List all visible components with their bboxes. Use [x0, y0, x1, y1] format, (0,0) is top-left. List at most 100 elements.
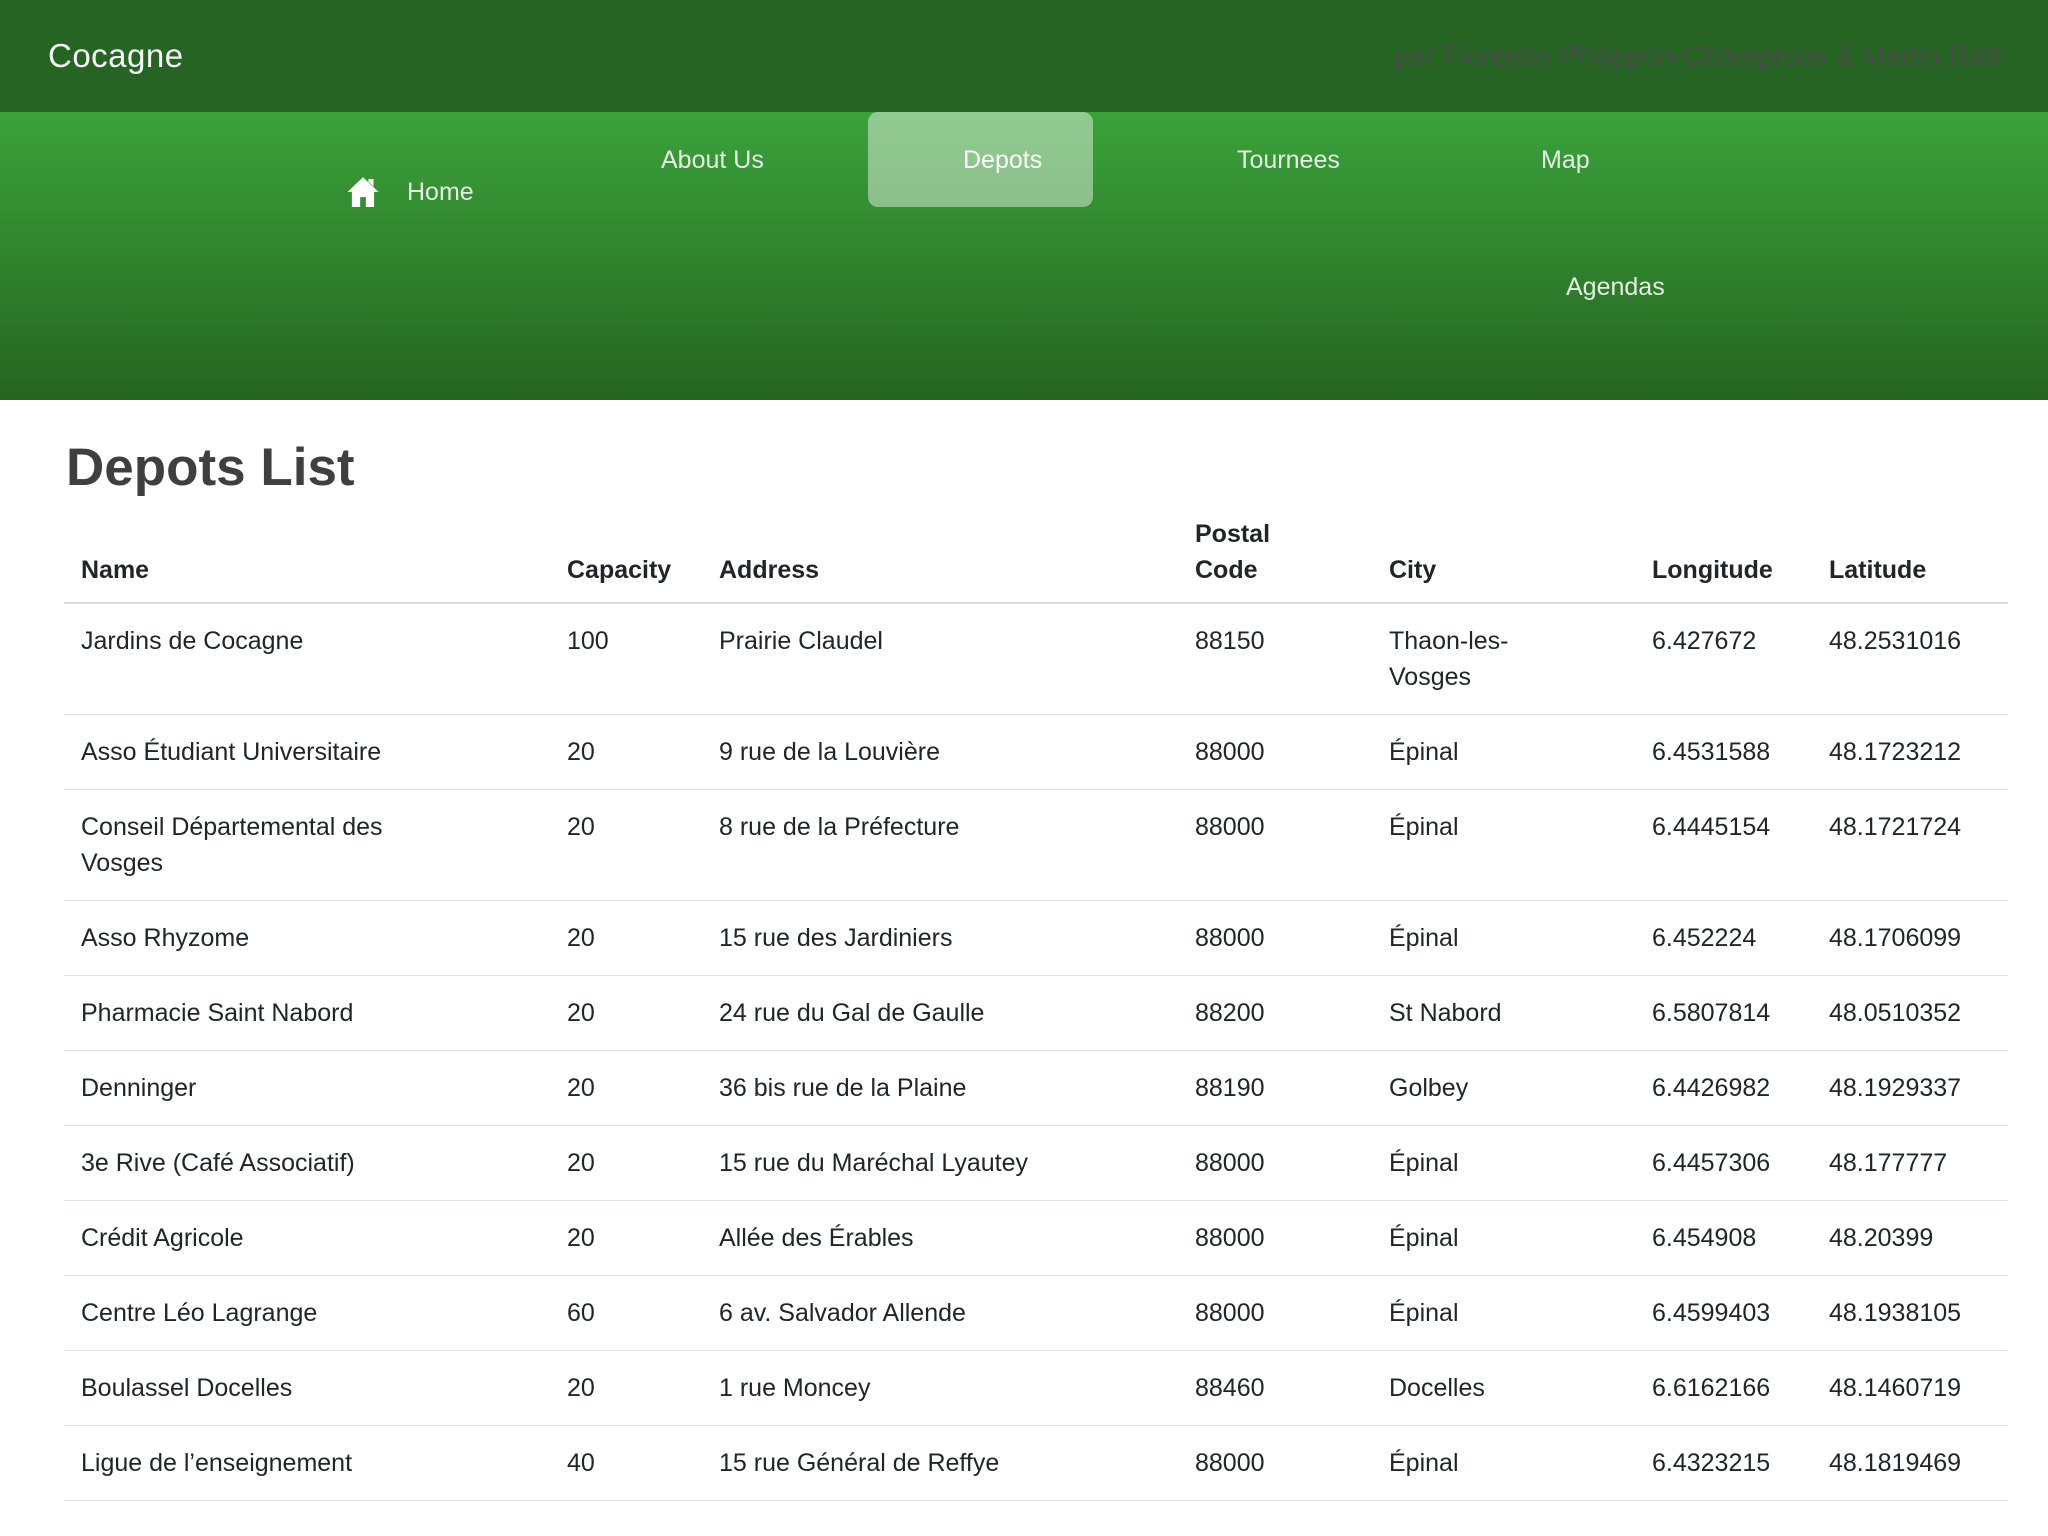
table-row: Conseil Départemental des Vosges 20 8 ru… — [64, 789, 2008, 900]
cell-latitude: 48.1929337 — [1812, 1050, 2008, 1125]
cell-name: Denninger — [64, 1050, 550, 1125]
cell-name: Conseil Départemental des Vosges — [64, 789, 550, 900]
cell-name: Jardins de Cocagne — [64, 603, 550, 715]
brand-link[interactable]: Cocagne — [48, 37, 184, 75]
table-row: Crédit Agricole 20 Allée des Érables 880… — [64, 1200, 2008, 1275]
cell-postal-code: 88460 — [1178, 1350, 1372, 1425]
cell-longitude: 6.4599403 — [1635, 1275, 1812, 1350]
nav-item-label: Depots — [963, 146, 1042, 175]
main-nav: Home About Us Depots Tournees Map Agenda… — [0, 112, 2048, 400]
table-row: Centre Léo Lagrange 60 6 av. Salvador Al… — [64, 1275, 2008, 1350]
cell-capacity: 100 — [550, 603, 702, 715]
cell-name: Ligue de l’enseignement — [64, 1425, 550, 1500]
cell-capacity: 40 — [550, 1425, 702, 1500]
table-row: Denninger 20 36 bis rue de la Plaine 881… — [64, 1050, 2008, 1125]
cell-address: 9 rue de la Louvière — [702, 714, 1178, 789]
cell-city: Docelles — [1372, 1350, 1635, 1425]
table-row: Asso Étudiant Universitaire 20 9 rue de … — [64, 714, 2008, 789]
cell-longitude: 6.4531588 — [1635, 714, 1812, 789]
nav-item-label: Home — [407, 178, 474, 207]
column-header-capacity: Capacity — [550, 500, 702, 603]
cell-address: 15 rue Général de Reffye — [702, 1425, 1178, 1500]
cell-postal-code: 88190 — [1178, 1050, 1372, 1125]
header-row: Name Capacity Address Postal Code City L… — [64, 500, 2008, 603]
cell-latitude: 48.1819469 — [1812, 1425, 2008, 1500]
cell-longitude: 6.454908 — [1635, 1200, 1812, 1275]
cell-address: 1 rue Moncey — [702, 1350, 1178, 1425]
cell-address: 24 rue du Gal de Gaulle — [702, 975, 1178, 1050]
depots-table: Name Capacity Address Postal Code City L… — [64, 500, 2008, 1501]
cell-city: Golbey — [1372, 1050, 1635, 1125]
cell-longitude: 6.4323215 — [1635, 1425, 1812, 1500]
table-row: Jardins de Cocagne 100 Prairie Claudel 8… — [64, 603, 2008, 715]
cell-city: St Nabord — [1372, 975, 1635, 1050]
cell-capacity: 20 — [550, 714, 702, 789]
cell-city: Épinal — [1372, 714, 1635, 789]
cell-postal-code: 88200 — [1178, 975, 1372, 1050]
cell-capacity: 20 — [550, 900, 702, 975]
column-header-city: City — [1372, 500, 1635, 603]
cell-name: Pharmacie Saint Nabord — [64, 975, 550, 1050]
cell-longitude: 6.4457306 — [1635, 1125, 1812, 1200]
home-icon — [345, 174, 381, 210]
cell-postal-code: 88000 — [1178, 789, 1372, 900]
cell-latitude: 48.1723212 — [1812, 714, 2008, 789]
cell-postal-code: 88000 — [1178, 714, 1372, 789]
cell-postal-code: 88000 — [1178, 1125, 1372, 1200]
column-header-latitude: Latitude — [1812, 500, 2008, 603]
cell-name: Asso Étudiant Universitaire — [64, 714, 550, 789]
nav-item-depots[interactable]: Depots — [868, 112, 1093, 207]
cell-capacity: 20 — [550, 1050, 702, 1125]
header-credit: par Florentin Philippon-Champroux & Mart… — [1394, 40, 2006, 72]
table-row: Pharmacie Saint Nabord 20 24 rue du Gal … — [64, 975, 2008, 1050]
content-area: Depots List Name Capacity Address Postal… — [0, 436, 2048, 1501]
cell-name: 3e Rive (Café Associatif) — [64, 1125, 550, 1200]
cell-postal-code: 88000 — [1178, 1425, 1372, 1500]
cell-capacity: 20 — [550, 789, 702, 900]
cell-capacity: 20 — [550, 1350, 702, 1425]
cell-latitude: 48.0510352 — [1812, 975, 2008, 1050]
depots-table-header: Name Capacity Address Postal Code City L… — [64, 500, 2008, 603]
nav-item-map[interactable]: Map — [1541, 146, 1590, 175]
cell-postal-code: 88000 — [1178, 1200, 1372, 1275]
cell-address: 15 rue des Jardiniers — [702, 900, 1178, 975]
cell-longitude: 6.4426982 — [1635, 1050, 1812, 1125]
cell-city: Épinal — [1372, 1275, 1635, 1350]
cell-latitude: 48.1938105 — [1812, 1275, 2008, 1350]
table-row: Boulassel Docelles 20 1 rue Moncey 88460… — [64, 1350, 2008, 1425]
column-header-name: Name — [64, 500, 550, 603]
nav-item-agendas[interactable]: Agendas — [1566, 273, 1665, 302]
depots-table-body: Jardins de Cocagne 100 Prairie Claudel 8… — [64, 603, 2008, 1501]
table-row: Ligue de l’enseignement 40 15 rue Généra… — [64, 1425, 2008, 1500]
cell-latitude: 48.1706099 — [1812, 900, 2008, 975]
app-header: Cocagne par Florentin Philippon-Champrou… — [0, 0, 2048, 112]
page-title: Depots List — [66, 436, 2008, 500]
cell-latitude: 48.1721724 — [1812, 789, 2008, 900]
cell-capacity: 20 — [550, 1200, 702, 1275]
cell-latitude: 48.1460719 — [1812, 1350, 2008, 1425]
cell-longitude: 6.427672 — [1635, 603, 1812, 715]
cell-city: Épinal — [1372, 789, 1635, 900]
cell-longitude: 6.4445154 — [1635, 789, 1812, 900]
cell-address: 6 av. Salvador Allende — [702, 1275, 1178, 1350]
cell-address: Prairie Claudel — [702, 603, 1178, 715]
cell-capacity: 20 — [550, 1125, 702, 1200]
column-header-longitude: Longitude — [1635, 500, 1812, 603]
nav-item-tournees[interactable]: Tournees — [1237, 146, 1340, 175]
nav-item-home[interactable]: Home — [345, 172, 474, 212]
cell-city: Épinal — [1372, 1125, 1635, 1200]
cell-name: Asso Rhyzome — [64, 900, 550, 975]
table-row: Asso Rhyzome 20 15 rue des Jardiniers 88… — [64, 900, 2008, 975]
cell-postal-code: 88150 — [1178, 603, 1372, 715]
nav-item-about-us[interactable]: About Us — [661, 146, 764, 175]
cell-capacity: 60 — [550, 1275, 702, 1350]
cell-name: Crédit Agricole — [64, 1200, 550, 1275]
cell-longitude: 6.6162166 — [1635, 1350, 1812, 1425]
cell-city: Épinal — [1372, 1200, 1635, 1275]
cell-city: Épinal — [1372, 1425, 1635, 1500]
cell-name: Centre Léo Lagrange — [64, 1275, 550, 1350]
cell-longitude: 6.452224 — [1635, 900, 1812, 975]
cell-latitude: 48.20399 — [1812, 1200, 2008, 1275]
cell-capacity: 20 — [550, 975, 702, 1050]
cell-city: Thaon-les-Vosges — [1372, 603, 1635, 715]
